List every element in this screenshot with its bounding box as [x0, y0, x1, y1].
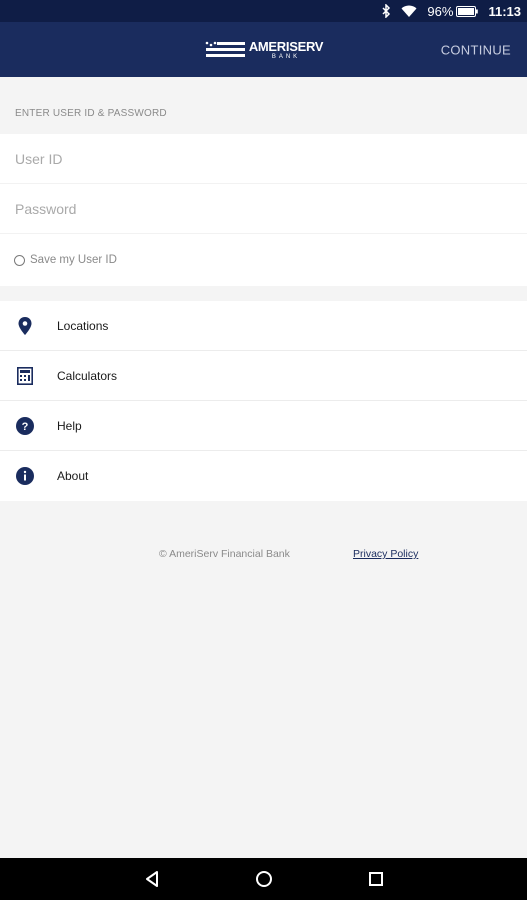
user-id-input[interactable] [15, 150, 527, 167]
menu-list: Locations Calculators ? Help About [0, 301, 527, 501]
bluetooth-icon [381, 4, 391, 18]
location-pin-icon [16, 316, 34, 335]
status-bar: 96% 11:13 [0, 0, 527, 22]
logo-subtext: BANK [271, 53, 301, 60]
menu-item-about[interactable]: About [0, 451, 527, 501]
footer: © AmeriServ Financial Bank Privacy Polic… [0, 548, 527, 562]
home-icon[interactable] [249, 864, 279, 894]
menu-item-calculators[interactable]: Calculators [0, 351, 527, 401]
flag-icon [205, 41, 245, 57]
password-input[interactable] [15, 200, 527, 217]
login-section-label: ENTER USER ID & PASSWORD [15, 108, 167, 119]
back-icon[interactable] [137, 864, 167, 894]
system-nav-bar [0, 858, 527, 900]
menu-item-label: Calculators [57, 368, 118, 383]
help-icon: ? [16, 416, 34, 435]
menu-item-help[interactable]: ? Help [0, 401, 527, 451]
menu-item-label: Help [57, 418, 82, 433]
password-row [0, 184, 527, 234]
menu-item-label: About [57, 469, 89, 483]
logo-text: AMERISERV [248, 38, 324, 54]
ameriserv-logo: AMERISERV BANK [204, 40, 323, 60]
copyright-text: © AmeriServ Financial Bank [159, 548, 290, 560]
save-user-id-label: Save my User ID [30, 254, 117, 266]
menu-item-locations[interactable]: Locations [0, 301, 527, 351]
menu-item-label: Locations [57, 318, 109, 333]
save-user-id-radio[interactable] [14, 254, 25, 266]
battery-percent: 96% [427, 3, 454, 19]
info-icon [16, 467, 34, 485]
battery-status: 96% [427, 3, 479, 19]
login-form: Save my User ID [0, 134, 527, 286]
app-bar: AMERISERV BANK CONTINUE [0, 22, 527, 77]
battery-icon [456, 5, 479, 17]
recents-icon[interactable] [361, 864, 391, 894]
calculator-icon [16, 366, 34, 385]
wifi-icon [401, 5, 417, 18]
user-id-row [0, 134, 527, 184]
privacy-policy-link[interactable]: Privacy Policy [353, 548, 418, 560]
svg-text:?: ? [22, 421, 29, 433]
save-user-id-option[interactable]: Save my User ID [0, 234, 527, 286]
status-time: 11:13 [488, 3, 521, 19]
continue-button[interactable]: CONTINUE [441, 42, 511, 57]
